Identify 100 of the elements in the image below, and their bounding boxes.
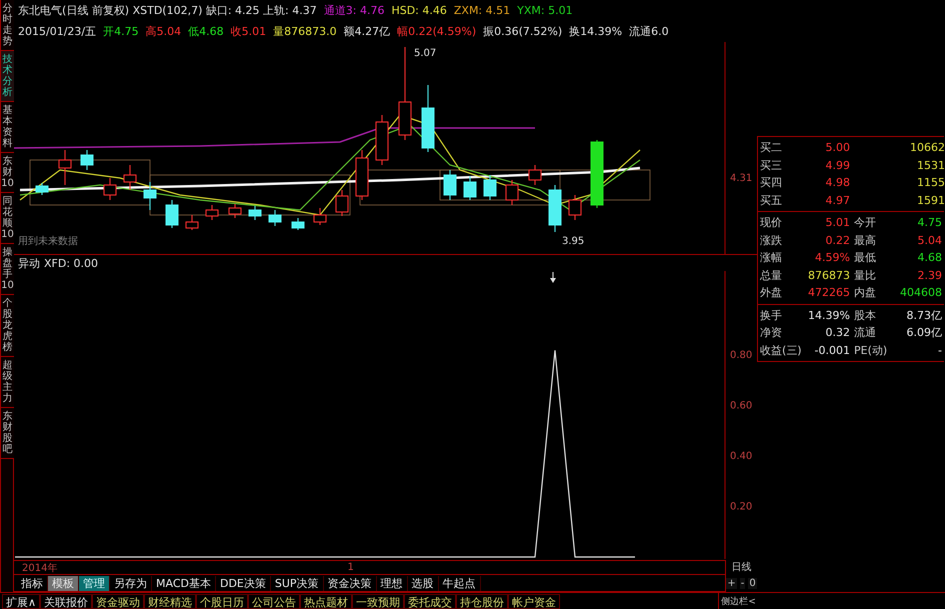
candlestick (464, 176, 476, 200)
quote-value: 振0.36(7.52%) (483, 24, 562, 39)
fundamental-label: 净资 (760, 325, 783, 340)
quote-value: 收5.01 (230, 24, 266, 39)
order-price: 5.00 (824, 141, 850, 154)
candlestick (58, 150, 72, 186)
zoom-button[interactable]: - (740, 578, 746, 589)
quote-label: 涨跌 (760, 232, 783, 248)
side-tab[interactable]: 技术分析 (1, 51, 14, 102)
quote-label: 今开 (853, 215, 877, 230)
y-axis-label: 0.80 (730, 350, 752, 362)
quote-label: 内盘 (853, 285, 877, 300)
nav-button[interactable]: 个股日历 (196, 594, 248, 608)
side-tab[interactable]: 个股龙虎榜 (1, 295, 14, 357)
future-data-notice: 用到未来数据 (18, 236, 78, 247)
candlestick (166, 200, 178, 228)
candlestick (206, 204, 218, 220)
candlestick (528, 164, 542, 186)
price-axis-label: 4.31 (730, 173, 752, 184)
side-tab[interactable]: 分时走势 (1, 0, 14, 51)
nav-button[interactable]: 热点题材 (300, 594, 352, 608)
side-tab[interactable]: 东财股吧 (1, 408, 14, 459)
zoom-button[interactable]: + (726, 578, 737, 589)
quote-value: 5.04 (916, 234, 942, 247)
quote-label: 最高 (853, 232, 877, 248)
y-axis-label: 0.40 (730, 450, 752, 462)
fundamental-value: 14.39% (807, 308, 850, 322)
indicator-tab[interactable]: 模板 (48, 576, 79, 590)
fundamental-label: 换手 (760, 308, 783, 323)
candlestick (506, 180, 518, 206)
nav-button[interactable]: 关联报价 (40, 594, 92, 608)
nav-button[interactable]: 财经精选 (144, 594, 196, 608)
order-level-label: 买五 (760, 192, 783, 208)
nav-button[interactable]: 委托成交 (404, 594, 456, 608)
order-price: 4.97 (824, 194, 850, 207)
down-arrow-icon (549, 272, 557, 283)
candlestick (228, 204, 242, 218)
quote-value: 换14.39% (569, 24, 622, 39)
candlestick (376, 114, 388, 166)
quote-label: 最低 (853, 250, 877, 266)
indicator-reading: 东北电气(日线 前复权) XSTD(102,7) 缺口: 4.25 上轨: 4.37 (18, 3, 317, 18)
fundamental-label: 流通 (853, 325, 877, 340)
candlestick (248, 206, 262, 220)
side-tab[interactable]: 同花顺10 (1, 193, 14, 244)
quote-label: 总量 (760, 268, 783, 283)
sidebar-toggle[interactable]: 侧边栏< (718, 593, 758, 609)
side-tab[interactable]: 操盘手10 (1, 244, 14, 295)
candlestick (484, 174, 496, 200)
candlestick (590, 140, 604, 208)
candlestick (292, 218, 304, 230)
time-axis-label: 1 (346, 562, 354, 573)
fundamental-value: 0.32 (824, 326, 850, 340)
candlestick (124, 164, 136, 190)
quote-value: 472265 (807, 286, 850, 300)
order-volume: 1155 (916, 176, 945, 190)
candlestick (336, 190, 348, 216)
quote-value: 4.59% (814, 251, 850, 264)
quote-label: 量比 (853, 268, 877, 283)
quote-value: 2.39 (916, 268, 942, 282)
indicator-reading: ZXM: 4.51 (454, 4, 510, 17)
quote-label: 现价 (760, 215, 783, 230)
fundamental-value: -0.001 (814, 344, 850, 357)
candlestick (268, 210, 282, 226)
side-tab[interactable]: 超级主力 (1, 357, 14, 408)
nav-button[interactable]: 持仓股份 (456, 594, 508, 608)
indicator-reading: HSD: 4.46 (391, 4, 447, 17)
candlestick (568, 194, 582, 220)
quote-value: 5.01 (824, 216, 850, 230)
quote-value: 低4.68 (188, 24, 224, 39)
nav-button[interactable]: 扩展∧ (2, 594, 40, 608)
side-tab[interactable]: 东财10 (1, 153, 14, 193)
quote-value: 4.75 (916, 216, 942, 230)
order-volume: 10662 (909, 141, 945, 154)
candlestick (356, 150, 368, 200)
order-volume: 1591 (916, 194, 945, 207)
quote-value: 404608 (899, 286, 942, 300)
candlestick (36, 182, 48, 196)
candlestick (548, 184, 562, 232)
fundamental-label: 股本 (853, 308, 877, 323)
fundamental-value: - (937, 344, 942, 357)
quote-value: 876873 (807, 268, 850, 282)
period-label: 日线 (725, 560, 757, 575)
quote-label: 外盘 (760, 285, 783, 300)
high-price-label: 5.07 (414, 48, 436, 59)
candlestick (104, 178, 116, 200)
order-level-label: 买三 (760, 158, 783, 173)
quote-value: 幅0.22(4.59%) (397, 24, 476, 39)
indicator-tab[interactable]: 管理 (79, 576, 110, 590)
nav-button[interactable]: 一致预期 (352, 594, 404, 608)
indicator-reading: YXM: 5.01 (517, 4, 573, 17)
order-level-label: 买二 (760, 140, 783, 156)
nav-button[interactable]: 公司公告 (248, 594, 300, 608)
y-axis-label: 0.20 (730, 501, 752, 512)
quote-value: 2015/01/23/五 (18, 24, 96, 39)
nav-button[interactable]: 帐户资金 (508, 594, 560, 608)
nav-button[interactable]: 资金驱动 (92, 594, 144, 608)
side-tab[interactable]: 基本资料 (1, 102, 14, 153)
time-axis-label: 2014年 (21, 562, 58, 574)
zoom-button[interactable]: 0 (748, 578, 757, 589)
fundamental-value: 8.73亿 (906, 308, 942, 323)
